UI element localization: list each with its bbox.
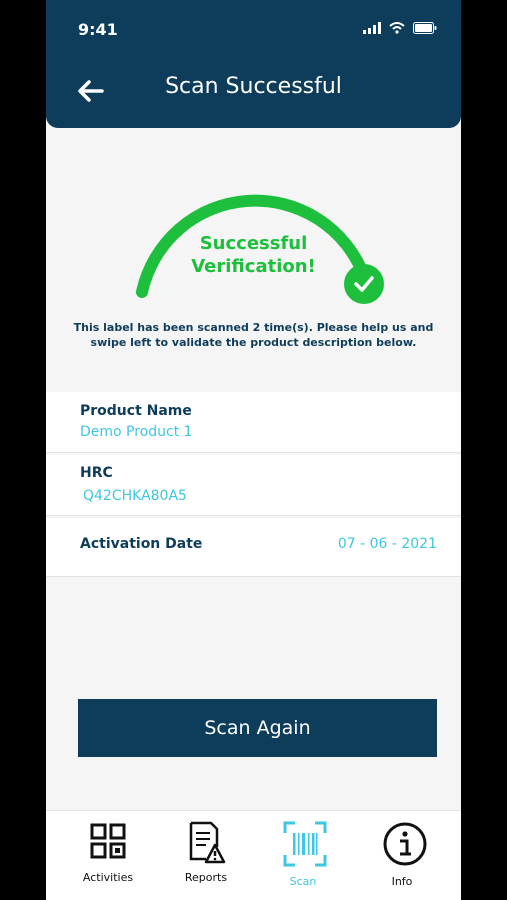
status-icons — [363, 22, 437, 34]
grid-icon — [90, 823, 126, 859]
verification-line1: Successful — [199, 233, 308, 254]
activation-date-value: 07 - 06 - 2021 — [337, 536, 437, 552]
product-name-label: Product Name — [80, 403, 192, 419]
scan-info-message: This label has been scanned 2 time(s). P… — [70, 320, 437, 350]
scan-again-button[interactable]: Scan Again — [78, 699, 437, 757]
tab-label-reports: Reports — [184, 871, 228, 884]
activation-date-card: Activation Date 07 - 06 - 2021 — [46, 518, 461, 577]
tab-label-scan: Scan — [289, 875, 317, 888]
hrc-card: HRC Q42CHKA80A5 — [46, 455, 461, 516]
report-warning-icon — [189, 821, 226, 864]
signal-icon — [363, 22, 381, 34]
tab-reports[interactable]: Reports — [161, 811, 251, 900]
scan-info-line2: swipe left to validate the product descr… — [90, 336, 417, 349]
tab-info[interactable]: Info — [357, 811, 447, 900]
activation-date-label: Activation Date — [80, 536, 203, 552]
tab-activities[interactable]: Activities — [63, 811, 153, 900]
phone-screen: 9:41 Scan Successful Successful Verifica… — [46, 0, 461, 900]
battery-icon — [413, 22, 437, 34]
product-name-value: Demo Product 1 — [80, 424, 193, 440]
wifi-icon — [389, 22, 405, 34]
product-name-card: Product Name Demo Product 1 — [46, 392, 461, 453]
barcode-scan-icon — [283, 821, 327, 867]
app-header: 9:41 Scan Successful — [46, 0, 461, 128]
verification-status: Successful Verification! — [46, 232, 461, 278]
tab-label-info: Info — [391, 875, 413, 888]
scan-info-line1: This label has been scanned 2 time(s). P… — [73, 321, 434, 334]
tab-label-activities: Activities — [82, 871, 134, 884]
tab-scan[interactable]: Scan — [258, 811, 348, 900]
page-title: Scan Successful — [165, 74, 342, 99]
status-time: 9:41 — [78, 20, 118, 39]
verification-line2: Verification! — [191, 256, 316, 277]
checkmark-icon — [354, 276, 374, 292]
hrc-value: Q42CHKA80A5 — [83, 488, 187, 504]
info-icon — [383, 822, 427, 866]
check-badge — [344, 264, 384, 304]
hrc-label: HRC — [80, 465, 113, 481]
bottom-tab-bar: Activities Reports Scan Info — [46, 810, 461, 900]
